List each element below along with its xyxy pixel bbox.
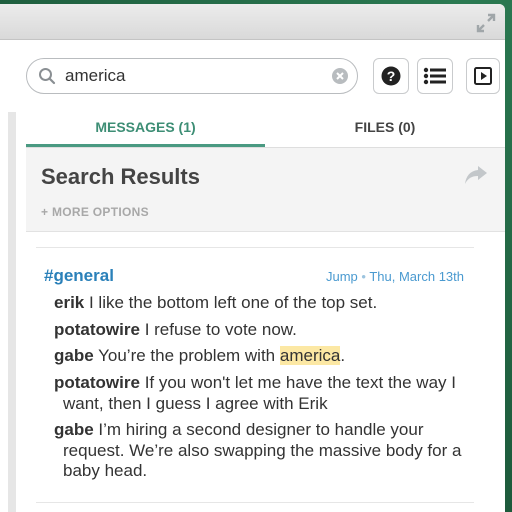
fullscreen-icon[interactable] xyxy=(475,12,497,34)
tab-messages[interactable]: MESSAGES (1) xyxy=(26,112,265,148)
sidebar-toggle-button[interactable] xyxy=(466,58,500,94)
play-icon xyxy=(474,67,492,85)
message-author[interactable]: potatowire xyxy=(54,320,140,339)
toolbar: ? xyxy=(0,40,505,112)
result-date: Thu, March 13th xyxy=(369,269,464,284)
page-title: Search Results xyxy=(41,164,200,189)
tab-files[interactable]: FILES (0) xyxy=(265,112,505,148)
message-author[interactable]: erik xyxy=(54,293,84,312)
channel-link[interactable]: #general xyxy=(44,266,114,286)
message-text: You’re the problem with xyxy=(98,346,280,365)
help-icon: ? xyxy=(381,66,401,86)
message-row: erik I like the bottom left one of the t… xyxy=(54,293,464,314)
message-text-end: . xyxy=(340,346,346,365)
scroll-rail xyxy=(8,112,16,512)
search-icon xyxy=(39,68,56,85)
separator: • xyxy=(361,269,366,284)
app-window: ? MESSAGES (1) FILES (0) Search Res xyxy=(0,4,505,512)
clear-icon[interactable] xyxy=(331,67,349,85)
search-highlight: america xyxy=(279,346,341,365)
results-header: Search Results + MORE OPTIONS xyxy=(26,148,505,232)
search-input[interactable] xyxy=(65,63,325,89)
message-text: I like the bottom left one of the top se… xyxy=(88,293,378,312)
channel-list-button[interactable] xyxy=(417,58,453,94)
message-row: gabe I’m hiring a second designer to han… xyxy=(54,420,464,482)
result-tabs: MESSAGES (1) FILES (0) xyxy=(26,112,505,148)
search-box[interactable] xyxy=(26,58,358,94)
message-row: potatowire I refuse to vote now. xyxy=(54,320,464,341)
message-author[interactable]: gabe xyxy=(54,346,94,365)
message-text: I refuse to vote now. xyxy=(144,320,297,339)
jump-meta: Jump • Thu, March 13th xyxy=(326,269,464,284)
message-row: potatowire If you won't let me have the … xyxy=(54,373,464,414)
title-bar xyxy=(0,4,505,40)
share-icon[interactable] xyxy=(463,164,489,186)
message-author[interactable]: potatowire xyxy=(54,373,140,392)
more-options-link[interactable]: + MORE OPTIONS xyxy=(41,205,149,219)
jump-link[interactable]: Jump xyxy=(326,269,358,284)
list-icon xyxy=(423,67,446,85)
help-button[interactable]: ? xyxy=(373,58,409,94)
search-result: #general Jump • Thu, March 13th erik I l… xyxy=(36,247,474,503)
message-row: gabe You’re the problem with america. xyxy=(54,346,464,367)
message-text: I’m hiring a second designer to handle y… xyxy=(63,420,462,480)
svg-text:?: ? xyxy=(387,68,396,84)
message-author[interactable]: gabe xyxy=(54,420,94,439)
